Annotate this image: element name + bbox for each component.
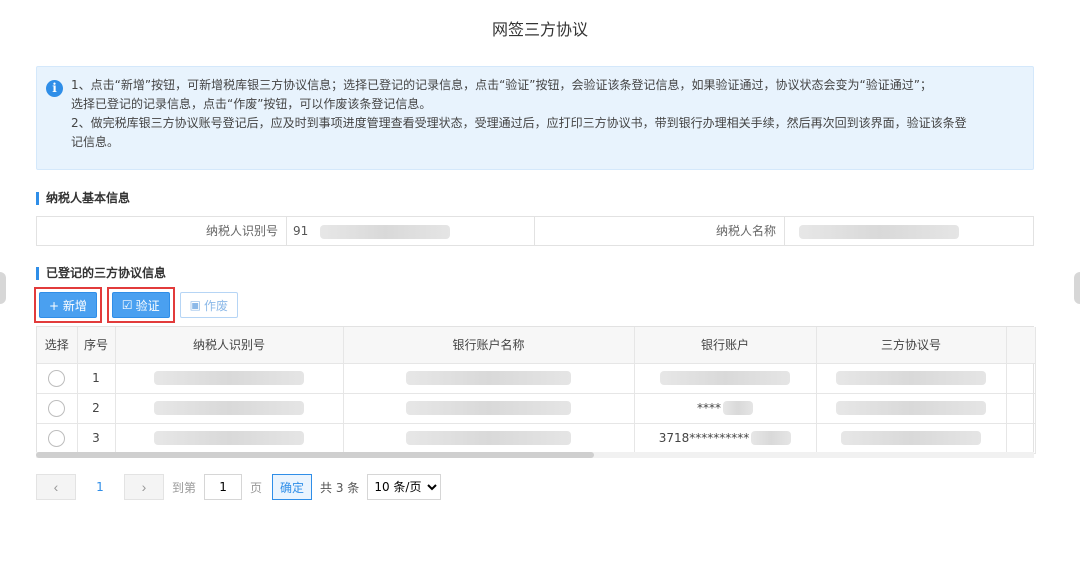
basic-info-section-title: 纳税人基本信息 [36, 192, 130, 205]
row-select-radio[interactable] [48, 369, 66, 387]
check-square-icon: ☑ [121, 298, 133, 312]
taxpayer-name-label: 纳税人名称 [535, 217, 785, 245]
records-toolbar: + 新增 ☑ 验证 ▣ 作废 [34, 287, 239, 323]
current-page-number[interactable]: 1 [76, 480, 124, 494]
taxpayer-name-value [785, 217, 1033, 245]
notice-line: 2、做完税库银三方协议账号登记后，应及时到事项进度管理查看受理状态，受理通过后，… [71, 116, 967, 130]
notice-line: 1、点击“新增”按钮，可新增税库银三方协议信息；选择已登记的记录信息，点击“验证… [71, 78, 932, 92]
tax-id-value: 91 [287, 217, 534, 245]
next-page-button[interactable]: › [124, 474, 164, 500]
page-unit-label: 页 [250, 480, 263, 495]
column-header-extra [1006, 327, 1036, 364]
goto-label: 到第 [172, 480, 197, 495]
redacted-block [406, 401, 571, 416]
pagination: ‹ 1 › 到第 页 确定 共 3 条 10 条/页 [36, 474, 442, 500]
column-header: 银行账户 [634, 327, 817, 364]
taxpayer-name-cell: 纳税人名称 [535, 217, 1033, 245]
redacted-block [751, 431, 792, 446]
document-icon: ▣ [189, 298, 201, 312]
page-confirm-button[interactable]: 确定 [272, 474, 313, 500]
prev-page-button[interactable]: ‹ [36, 474, 76, 500]
void-button-label: 作废 [204, 298, 229, 313]
row-seq: 1 [77, 363, 116, 394]
left-edge-handle[interactable] [0, 272, 6, 304]
tax-id-text: 91 [293, 224, 309, 238]
add-button[interactable]: + 新增 [39, 292, 97, 318]
verify-button[interactable]: ☑ 验证 [111, 292, 170, 318]
basic-info-table: 纳税人识别号 91 纳税人名称 [36, 216, 1034, 246]
table-horizontal-scrollbar[interactable] [36, 452, 1034, 458]
tax-id-label: 纳税人识别号 [37, 217, 287, 245]
redacted-block [154, 401, 304, 416]
row-seq: 2 [77, 393, 116, 424]
row-account: 3718********** [658, 430, 750, 445]
total-count: 共 3 条 [320, 480, 360, 495]
redacted-block [154, 431, 304, 446]
notice-line: 选择已登记的记录信息，点击“作废”按钮，可以作废该条登记信息。 [71, 97, 432, 111]
notice-line: 记信息。 [71, 135, 120, 149]
records-table: 选择 序号 纳税人识别号 银行账户名称 银行账户 三方协议号 1 2 **** … [36, 326, 1036, 455]
redacted-block [154, 371, 304, 386]
redacted-block [406, 371, 571, 386]
highlight-box: ☑ 验证 [106, 287, 175, 323]
row-select-radio[interactable] [48, 399, 66, 417]
scrollbar-thumb[interactable] [36, 452, 594, 458]
redacted-block [836, 371, 986, 386]
redacted-block [320, 224, 451, 239]
redacted-block [660, 371, 790, 386]
column-header: 三方协议号 [816, 327, 1007, 364]
table-header-row: 选择 序号 纳税人识别号 银行账户名称 银行账户 三方协议号 [37, 327, 1036, 364]
row-select-radio[interactable] [48, 429, 66, 447]
info-icon: i [46, 80, 63, 97]
page-jump-input[interactable] [204, 474, 243, 500]
column-header: 选择 [37, 327, 78, 364]
page-size-select[interactable]: 10 条/页 [367, 474, 442, 500]
redacted-block [836, 401, 986, 416]
table-row[interactable]: 1 [37, 363, 1036, 394]
row-account: **** [697, 400, 721, 415]
redacted-block [799, 224, 959, 239]
records-section-title: 已登记的三方协议信息 [36, 267, 166, 280]
void-button[interactable]: ▣ 作废 [179, 292, 239, 318]
page-title: 网签三方协议 [491, 20, 588, 39]
highlight-box: + 新增 [34, 287, 102, 323]
column-header: 序号 [77, 327, 116, 364]
table-row[interactable]: 2 **** [37, 393, 1036, 424]
column-header: 银行账户名称 [343, 327, 635, 364]
info-notice: i 1、点击“新增”按钮，可新增税库银三方协议信息；选择已登记的记录信息，点击“… [36, 66, 1034, 170]
redacted-block [841, 431, 981, 446]
right-edge-handle[interactable] [1074, 272, 1080, 304]
column-header: 纳税人识别号 [115, 327, 344, 364]
row-seq: 3 [77, 423, 116, 454]
verify-button-label: 验证 [135, 298, 160, 313]
table-row[interactable]: 3 3718********** [37, 423, 1036, 454]
redacted-block [723, 401, 753, 416]
tax-id-cell: 纳税人识别号 91 [37, 217, 535, 245]
redacted-block [406, 431, 571, 446]
